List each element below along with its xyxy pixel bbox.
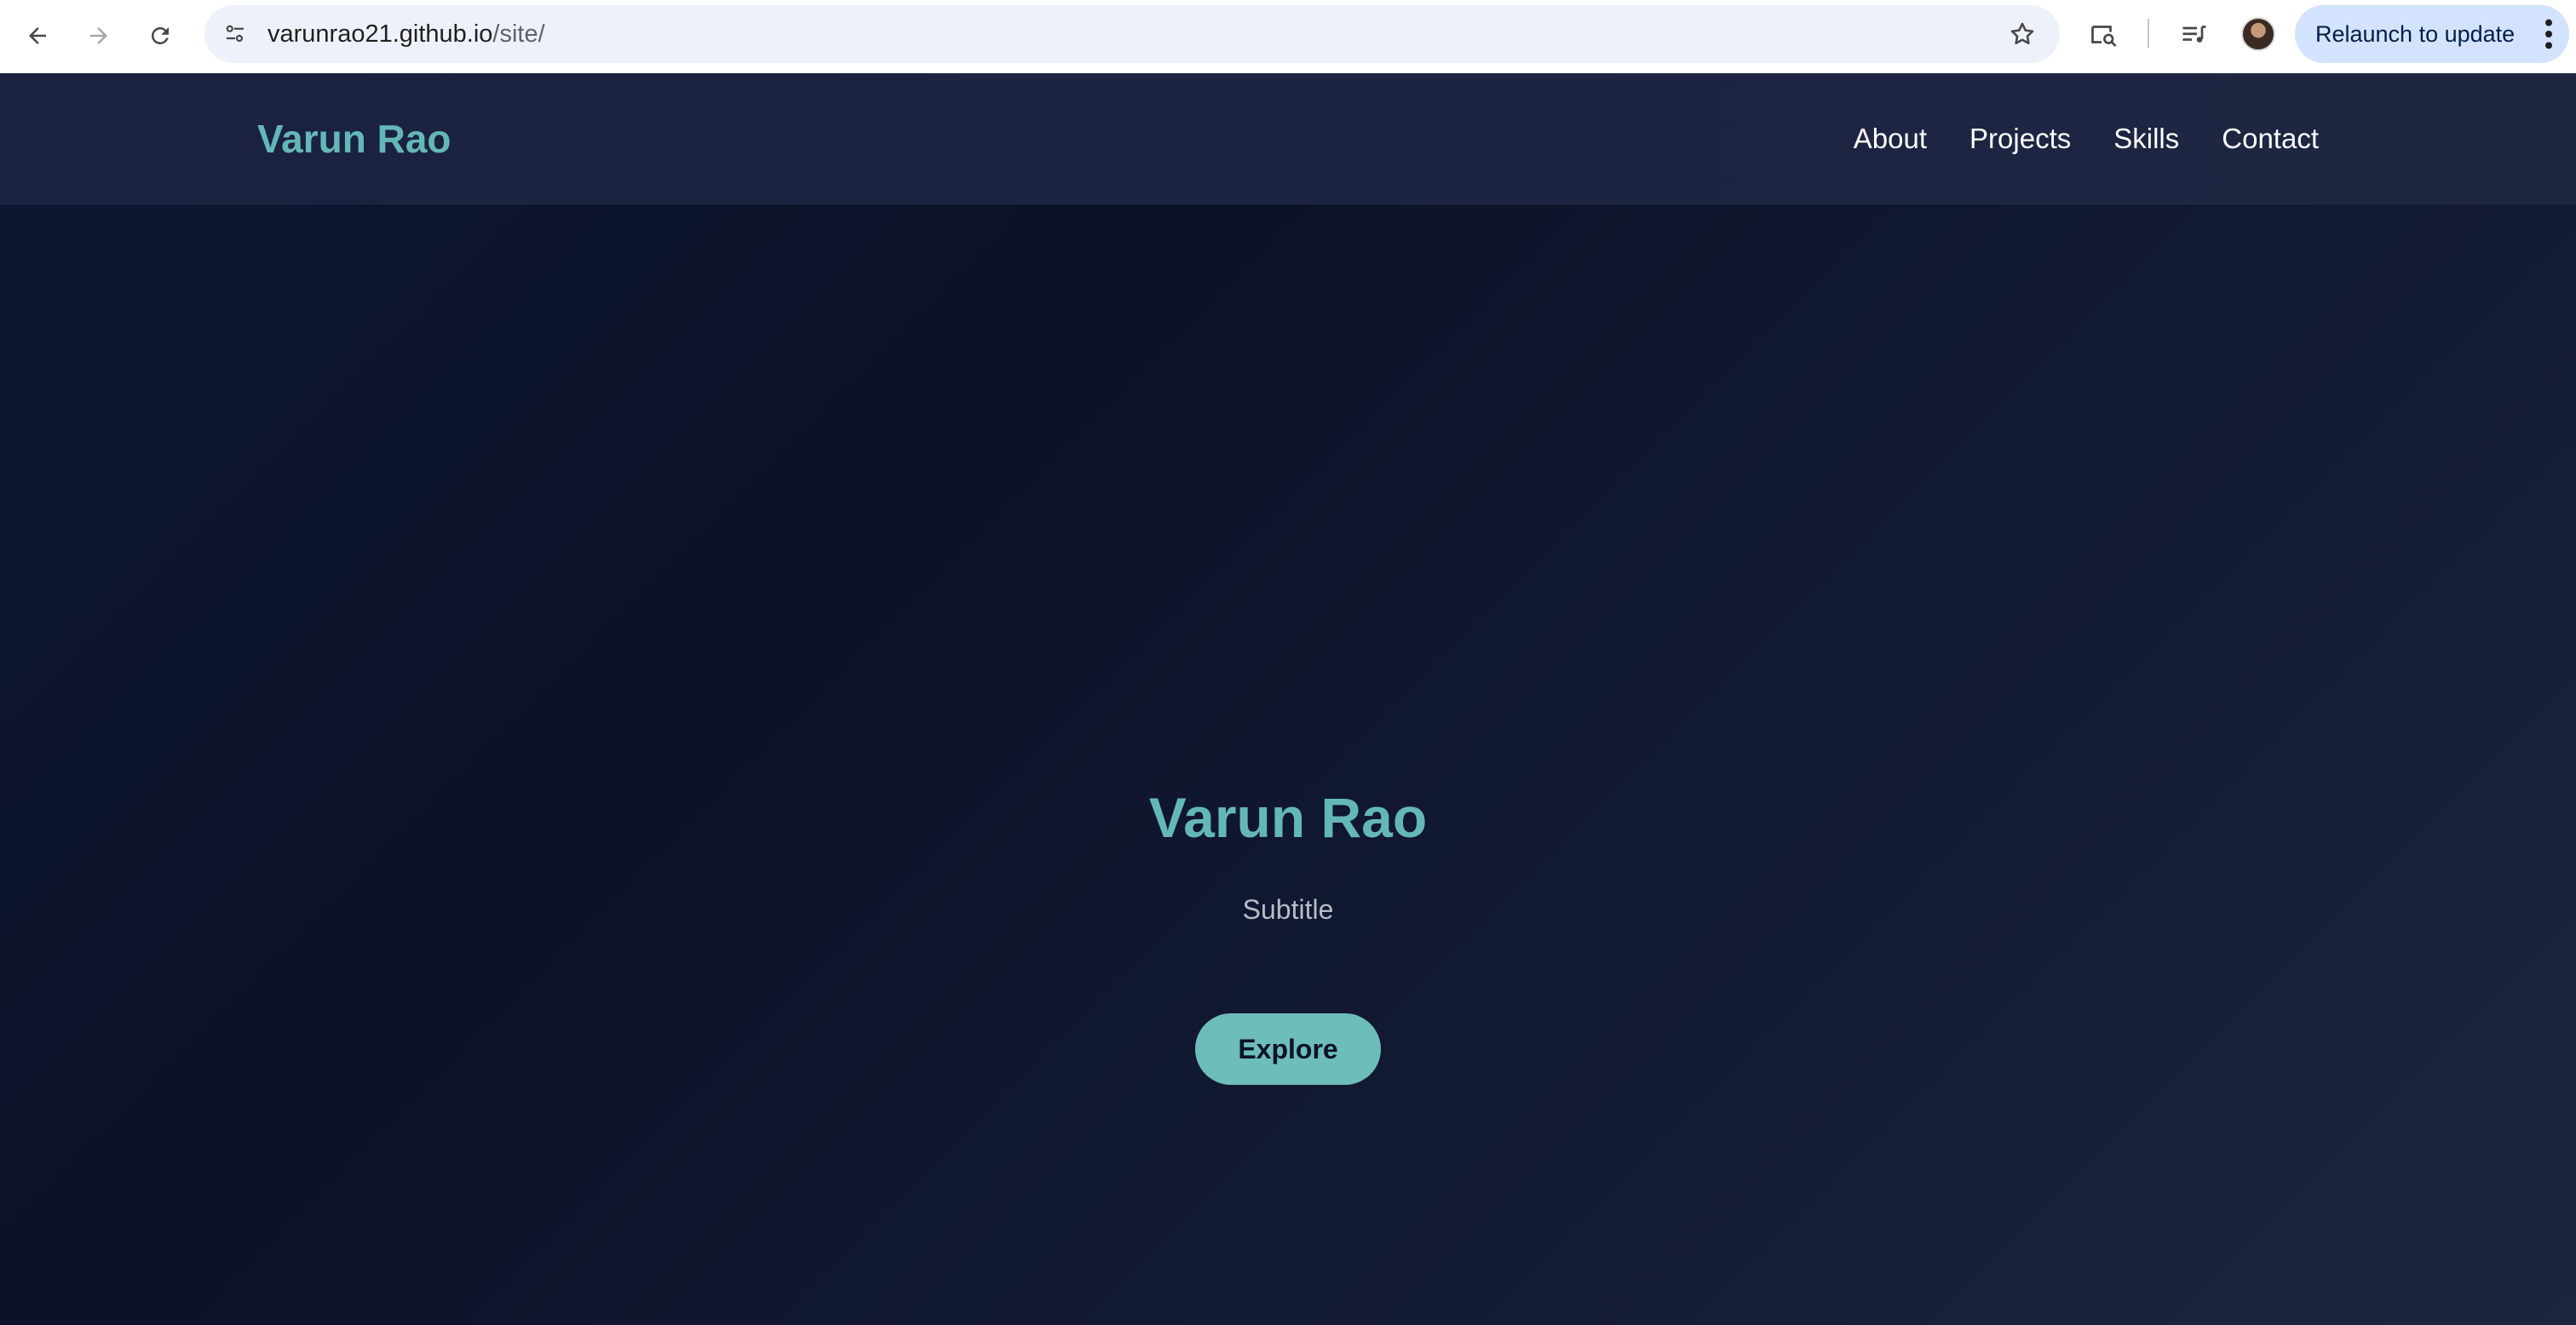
site-logo-link[interactable]: Varun Rao <box>257 73 451 204</box>
nav-link-skills[interactable]: Skills <box>2113 123 2179 155</box>
page-viewport: Varun Rao About Projects Skills Contact … <box>0 73 2576 1325</box>
relaunch-label: Relaunch to update <box>2315 20 2516 47</box>
tune-icon <box>226 25 244 43</box>
arrow-right-icon <box>90 27 107 44</box>
site-nav: About Projects Skills Contact <box>1854 73 2319 204</box>
site-header: Varun Rao About Projects Skills Contact <box>0 73 2576 204</box>
hero-section: Varun Rao Subtitle Explore <box>0 204 2576 1325</box>
site-info-button[interactable] <box>216 15 254 53</box>
nav-link-contact[interactable]: Contact <box>2222 123 2319 155</box>
profile-avatar[interactable] <box>2241 17 2275 51</box>
relaunch-button[interactable]: Relaunch to update <box>2295 5 2569 63</box>
media-controls-button[interactable] <box>2172 14 2217 58</box>
nav-link-projects[interactable]: Projects <box>1969 123 2071 155</box>
bookmark-button[interactable] <box>2004 15 2041 53</box>
url-host: varunrao21.github.io <box>267 20 493 48</box>
hero-title: Varun Rao <box>1148 786 1428 849</box>
address-bar[interactable]: varunrao21.github.io/site/ <box>204 5 2060 63</box>
nav-link-about[interactable]: About <box>1854 123 1927 155</box>
reload-button[interactable] <box>136 12 184 60</box>
arrow-left-icon <box>29 27 46 44</box>
forward-button[interactable] <box>75 12 123 60</box>
back-button[interactable] <box>14 12 61 60</box>
star-outline-icon <box>2010 22 2034 45</box>
lens-button[interactable] <box>2082 14 2126 58</box>
kebab-menu-icon[interactable] <box>2539 17 2559 51</box>
media-queue-icon <box>2182 26 2206 43</box>
lens-search-icon <box>2091 26 2117 47</box>
reload-icon <box>151 26 169 44</box>
explore-button[interactable]: Explore <box>1195 1013 1381 1085</box>
url-path: /site/ <box>492 20 545 48</box>
toolbar-divider <box>2148 19 2149 48</box>
browser-toolbar: varunrao21.github.io/site/ Relaunch to u… <box>0 0 2576 73</box>
hero-subtitle: Subtitle <box>1242 894 1334 925</box>
url-text[interactable]: varunrao21.github.io/site/ <box>267 5 545 63</box>
